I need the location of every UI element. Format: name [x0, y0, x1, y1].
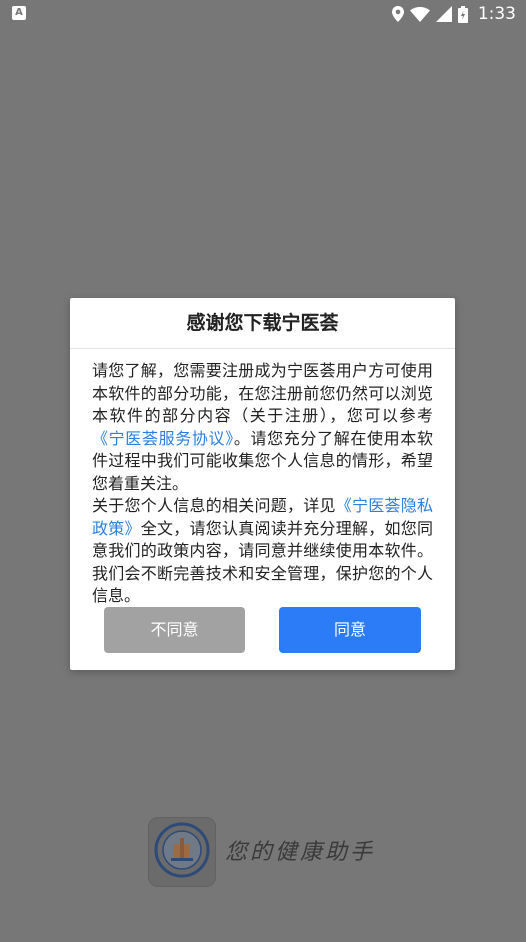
status-bar: A 1:33: [0, 0, 526, 30]
agree-button[interactable]: 同意: [279, 607, 421, 653]
signal-icon: [435, 6, 452, 22]
hospital-logo-icon: [154, 822, 210, 882]
app-slogan: 您的健康助手: [225, 840, 376, 865]
wifi-icon: [409, 6, 430, 22]
notification-app-icon: A: [12, 6, 26, 20]
dialog-paragraph-2: 关于您个人信息的相关问题，详见《宁医荟隐私政策》全文，请您认真阅读并充分理解，如…: [92, 495, 433, 608]
location-icon: [391, 6, 404, 22]
dialog-body: 请您了解，您需要注册成为宁医荟用户方可使用本软件的部分功能，在您注册前您仍然可以…: [92, 360, 433, 608]
app-logo: [148, 817, 216, 887]
service-agreement-link[interactable]: 《宁医荟服务协议》: [92, 429, 234, 448]
status-icons: 1:33: [391, 3, 516, 25]
privacy-dialog: 感谢您下载宁医荟 请您了解，您需要注册成为宁医荟用户方可使用本软件的部分功能，在…: [70, 298, 455, 670]
disagree-button[interactable]: 不同意: [104, 607, 245, 653]
dialog-title: 感谢您下载宁医荟: [70, 298, 455, 349]
battery-icon: [457, 5, 468, 23]
dialog-paragraph-1: 请您了解，您需要注册成为宁医荟用户方可使用本软件的部分功能，在您注册前您仍然可以…: [92, 360, 433, 495]
clock: 1:33: [477, 4, 516, 24]
paragraph-2-text-b: 全文，请您认真阅读并充分理解，如您同意我们的政策内容，请同意并继续使用本软件。我…: [92, 518, 433, 606]
paragraph-2-text-a: 关于您个人信息的相关问题，详见: [92, 496, 336, 515]
paragraph-1-text-a: 请您了解，您需要注册成为宁医荟用户方可使用本软件的部分功能，在您注册前您仍然可以…: [92, 361, 433, 425]
